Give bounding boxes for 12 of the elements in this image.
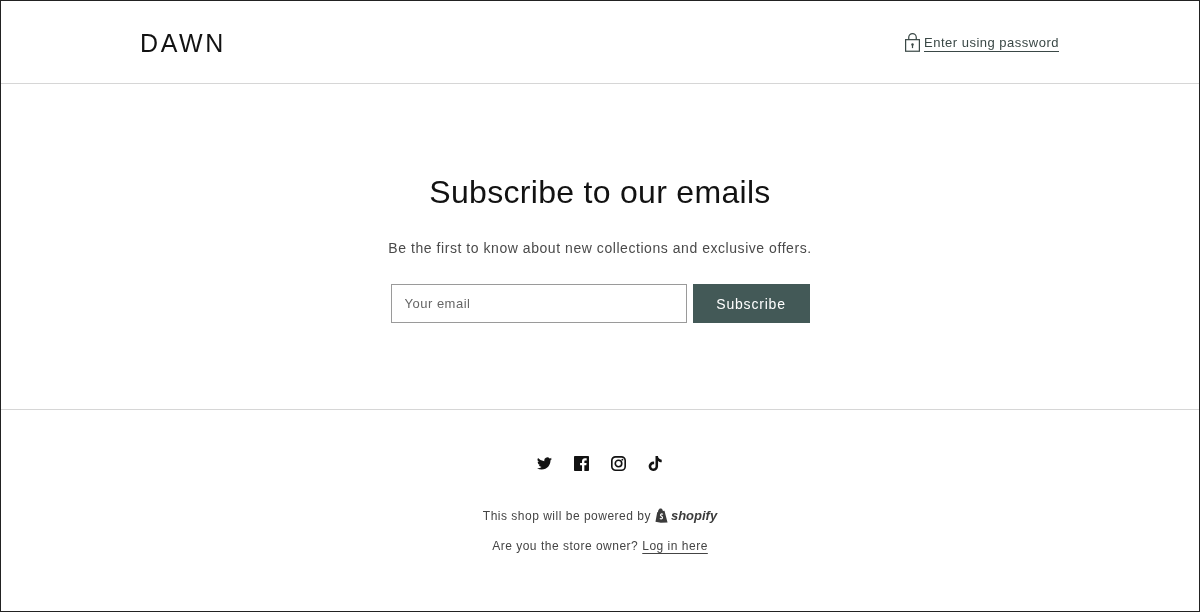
powered-by-text: This shop will be powered by <box>482 508 651 523</box>
newsletter-heading: Subscribe to our emails <box>429 173 771 212</box>
store-logo[interactable]: DAWN <box>140 26 226 58</box>
lock-icon <box>905 32 920 52</box>
enter-password-link[interactable]: Enter using password <box>905 32 1059 52</box>
email-input-field[interactable]: Your email <box>390 284 687 323</box>
shopping-bag-icon <box>654 508 668 523</box>
shopify-logo-link[interactable]: shopify <box>654 508 718 523</box>
log-in-link[interactable]: Log in here <box>642 539 708 553</box>
newsletter-description: Be the first to know about new collections and exclusive offers. <box>388 239 812 258</box>
store-owner-question: Are you the store owner? <box>492 539 639 553</box>
subscribe-button[interactable]: Subscribe <box>692 284 810 323</box>
